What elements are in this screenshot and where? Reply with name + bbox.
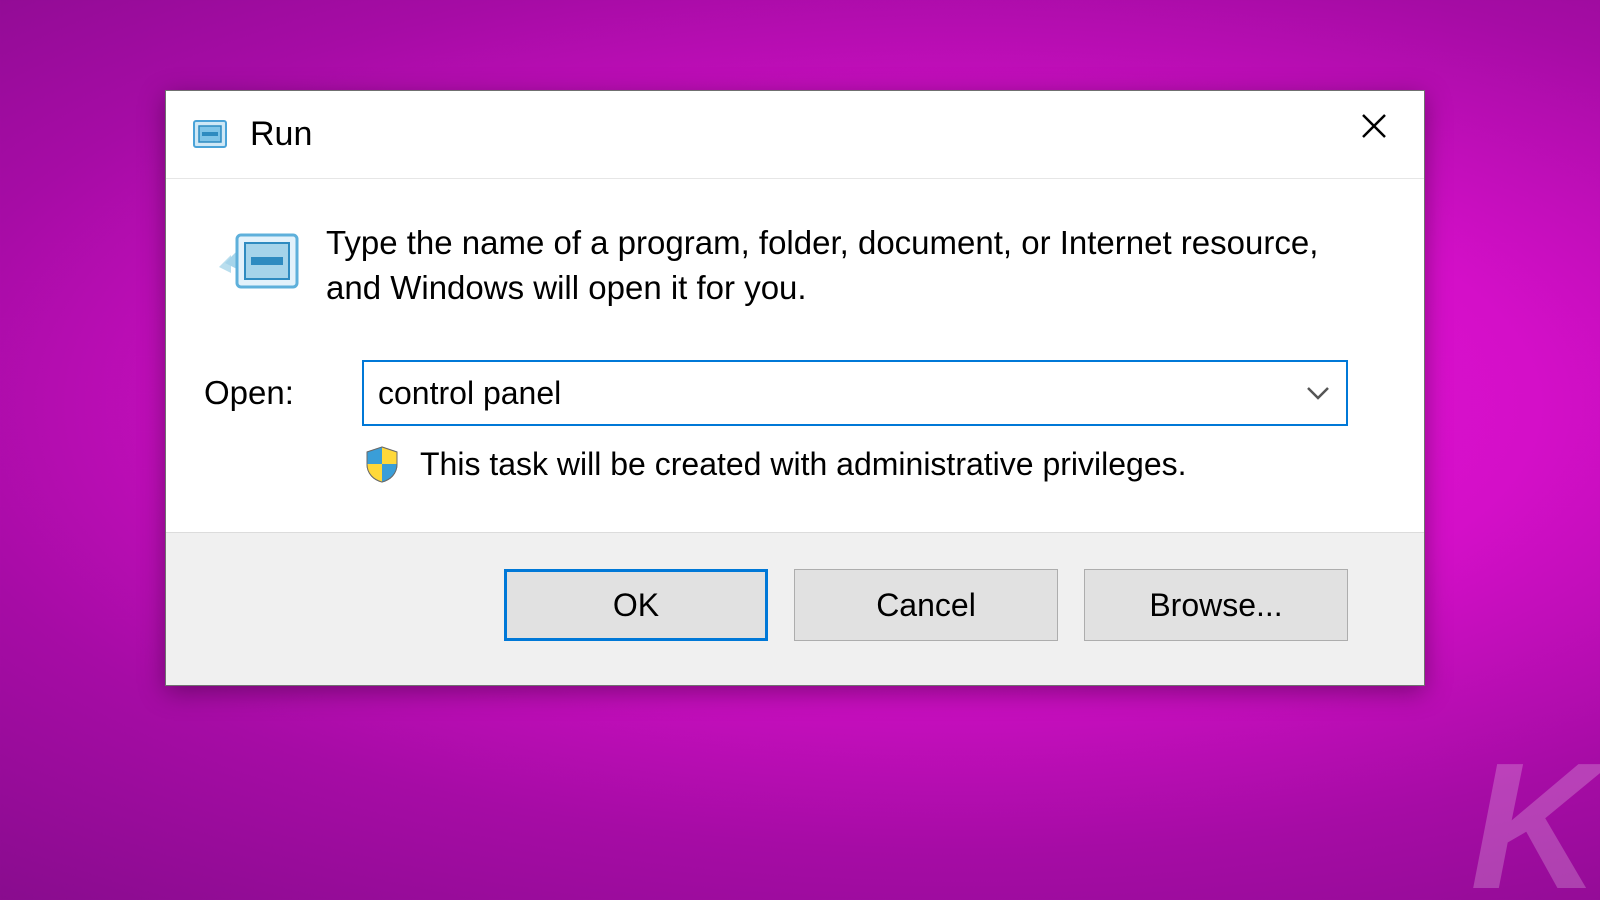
watermark: K: [1470, 723, 1590, 900]
run-dialog: Run: [165, 90, 1425, 686]
dialog-description: Type the name of a program, folder, docu…: [320, 221, 1348, 310]
run-large-icon: [202, 221, 320, 301]
dialog-title: Run: [250, 115, 312, 154]
chevron-down-icon[interactable]: [1290, 362, 1346, 424]
dialog-footer: OK Cancel Browse...: [166, 532, 1424, 685]
admin-privileges-note: This task will be created with administr…: [420, 446, 1187, 483]
close-button[interactable]: [1332, 97, 1416, 161]
dialog-body: Type the name of a program, folder, docu…: [166, 179, 1424, 532]
open-combobox[interactable]: [362, 360, 1348, 426]
cancel-button[interactable]: Cancel: [794, 569, 1058, 641]
open-input[interactable]: [364, 362, 1290, 424]
run-icon: [188, 113, 232, 157]
open-label: Open:: [202, 374, 362, 412]
ok-button[interactable]: OK: [504, 569, 768, 641]
shield-icon: [362, 444, 402, 484]
browse-button[interactable]: Browse...: [1084, 569, 1348, 641]
titlebar: Run: [166, 91, 1424, 179]
close-icon: [1359, 111, 1389, 146]
